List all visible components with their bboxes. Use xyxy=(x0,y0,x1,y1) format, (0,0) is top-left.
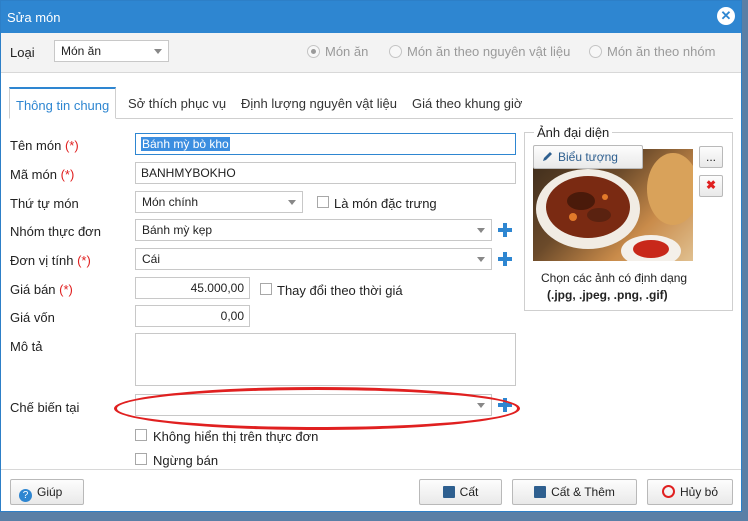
footer-divider xyxy=(1,469,741,470)
icon-select-button[interactable]: Biểu tượng xyxy=(533,145,643,169)
menu-group-select[interactable]: Bánh mỳ kẹp xyxy=(135,219,492,241)
name-input-value: Bánh mỳ bò kho xyxy=(141,137,230,151)
unit-value: Cái xyxy=(142,252,161,266)
cost-label: Giá vốn xyxy=(10,310,55,325)
stop-sale-checkbox[interactable] xyxy=(135,453,147,465)
code-label-text: Mã món xyxy=(10,167,57,182)
radio-ingredient-indicator xyxy=(389,45,402,58)
cancel-label: Hủy bỏ xyxy=(679,485,719,499)
name-label-text: Tên món xyxy=(10,138,62,153)
icon-select-label: Biểu tượng xyxy=(558,150,618,164)
specialty-label: Là món đặc trưng xyxy=(334,196,437,211)
name-label: Tên món (*) xyxy=(10,138,79,153)
chevron-down-icon xyxy=(288,200,296,205)
title-bar: Sửa món ✕ xyxy=(1,1,741,33)
name-input[interactable]: Bánh mỳ bò kho xyxy=(135,133,516,155)
required-mark: (*) xyxy=(64,138,79,153)
cost-input[interactable]: 0,00 xyxy=(135,305,250,327)
stop-sale-label: Ngừng bán xyxy=(153,453,219,468)
price-label-text: Giá bán xyxy=(10,282,56,297)
menu-group-value: Bánh mỳ kẹp xyxy=(142,223,213,237)
edit-dish-dialog: Sửa món ✕ Loại Món ăn Món ăn Món ăn theo… xyxy=(0,0,742,512)
chevron-down-icon xyxy=(477,403,485,408)
code-label: Mã món (*) xyxy=(10,167,74,182)
pencil-icon xyxy=(543,152,552,161)
image-panel-legend: Ảnh đại diện xyxy=(534,125,613,140)
save-button[interactable]: Cất xyxy=(419,479,502,505)
price-label: Giá bán (*) xyxy=(10,282,73,297)
browse-image-button[interactable]: ... xyxy=(699,146,723,168)
code-input[interactable]: BANHMYBOKHO xyxy=(135,162,516,184)
add-process-location-icon[interactable] xyxy=(498,398,512,412)
hide-menu-label: Không hiển thị trên thực đơn xyxy=(153,429,319,444)
floppy-disk-plus-icon xyxy=(534,486,547,498)
description-label: Mô tả xyxy=(10,339,43,354)
price-change-label: Thay đổi theo thời giá xyxy=(277,283,403,298)
radio-dish[interactable]: Món ăn xyxy=(307,44,368,59)
help-button[interactable]: ? Giúp xyxy=(10,479,84,505)
radio-group-indicator xyxy=(589,45,602,58)
menu-group-label: Nhóm thực đơn xyxy=(10,224,101,239)
chevron-down-icon xyxy=(477,257,485,262)
add-unit-icon[interactable] xyxy=(498,252,512,266)
tab-bar: Thông tin chung Sở thích phục vụ Định lư… xyxy=(9,87,733,119)
type-select[interactable]: Món ăn xyxy=(54,40,169,62)
specialty-checkbox[interactable] xyxy=(317,196,329,208)
radio-dish-indicator xyxy=(307,45,320,58)
required-mark: (*) xyxy=(60,167,75,182)
add-menu-group-icon[interactable] xyxy=(498,223,512,237)
hide-menu-checkbox[interactable] xyxy=(135,429,147,441)
cancel-icon xyxy=(661,485,675,498)
order-select[interactable]: Món chính xyxy=(135,191,303,213)
description-textarea[interactable] xyxy=(135,333,516,386)
process-at-select[interactable] xyxy=(135,394,492,416)
image-format-list: (.jpg, .jpeg, .png, .gif) xyxy=(547,288,668,302)
radio-group-label: Món ăn theo nhóm xyxy=(607,44,716,59)
delete-image-icon[interactable]: ✖ xyxy=(699,175,723,197)
chevron-down-icon xyxy=(477,228,485,233)
required-mark: (*) xyxy=(59,282,73,297)
dialog-title: Sửa món xyxy=(7,10,61,25)
tab-price-by-time[interactable]: Giá theo khung giờ xyxy=(406,87,528,119)
help-icon: ? xyxy=(19,489,32,502)
tab-serving-preferences[interactable]: Sở thích phục vụ xyxy=(122,87,232,119)
required-mark: (*) xyxy=(77,253,91,268)
radio-dish-by-ingredient[interactable]: Món ăn theo nguyên vật liệu xyxy=(389,44,570,59)
radio-ingredient-label: Món ăn theo nguyên vật liệu xyxy=(407,44,571,59)
save-and-add-button[interactable]: Cất & Thêm xyxy=(512,479,637,505)
close-icon[interactable]: ✕ xyxy=(717,7,735,25)
price-change-checkbox[interactable] xyxy=(260,283,272,295)
save-label: Cất xyxy=(459,485,479,499)
unit-select[interactable]: Cái xyxy=(135,248,492,270)
tab-general-info[interactable]: Thông tin chung xyxy=(9,87,117,119)
tab-ingredient-quantity[interactable]: Định lượng nguyên vật liệu xyxy=(235,87,403,119)
chevron-down-icon xyxy=(154,49,162,54)
floppy-disk-icon xyxy=(442,486,455,498)
order-select-value: Món chính xyxy=(142,195,199,209)
unit-label-text: Đơn vị tính xyxy=(10,253,74,268)
save-and-add-label: Cất & Thêm xyxy=(551,485,615,499)
price-input[interactable]: 45.000,00 xyxy=(135,277,250,299)
type-bar: Loại Món ăn Món ăn Món ăn theo nguyên vậ… xyxy=(1,33,741,73)
unit-label: Đơn vị tính (*) xyxy=(10,253,91,268)
radio-dish-by-group[interactable]: Món ăn theo nhóm xyxy=(589,44,715,59)
order-label: Thứ tự món xyxy=(10,196,79,211)
cancel-button[interactable]: Hủy bỏ xyxy=(647,479,733,505)
process-at-label: Chế biến tại xyxy=(10,400,80,415)
help-label: Giúp xyxy=(37,485,63,499)
type-label: Loại xyxy=(10,45,35,60)
type-select-value: Món ăn xyxy=(61,44,102,58)
image-format-hint: Chọn các ảnh có định dạng xyxy=(541,271,688,285)
radio-dish-label: Món ăn xyxy=(325,44,369,59)
